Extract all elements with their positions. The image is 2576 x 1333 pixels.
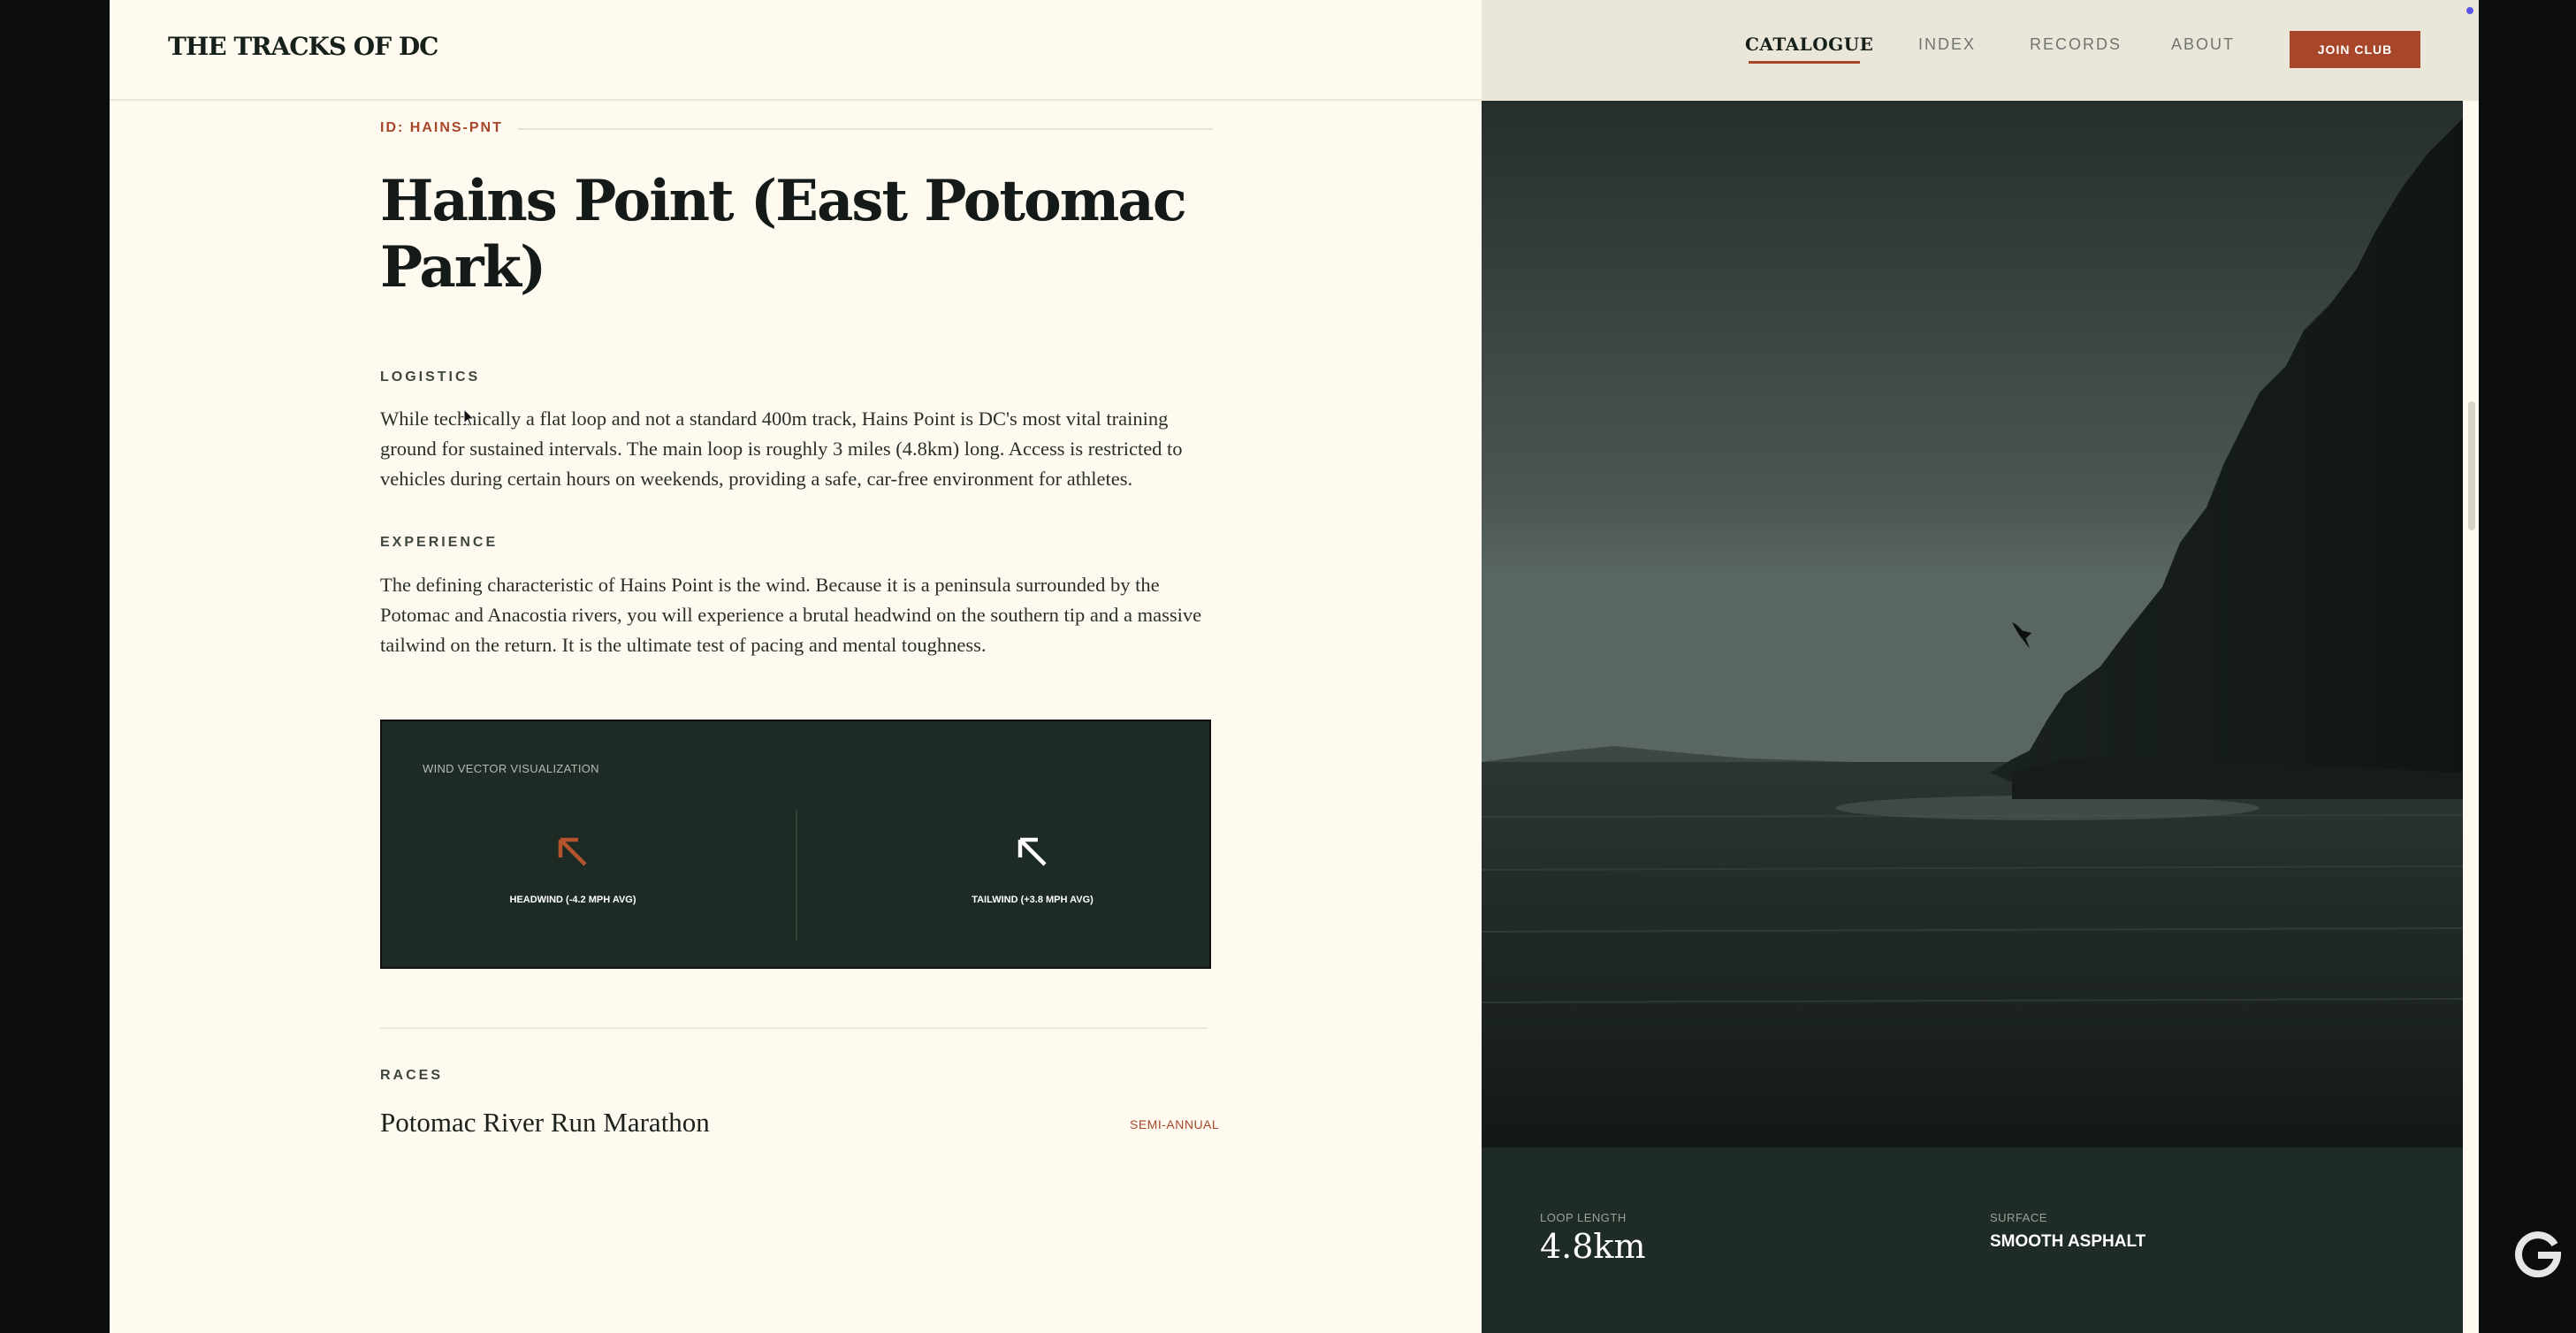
surface-value: SMOOTH ASPHALT — [1990, 1232, 2146, 1251]
logistics-label: LOGISTICS — [380, 369, 481, 385]
headwind-caption: HEADWIND (-4.2 MPH AVG) — [509, 895, 636, 905]
races-divider — [380, 1027, 1208, 1029]
experience-text: The defining characteristic of Hains Poi… — [380, 574, 1202, 656]
site-logo[interactable]: THE TRACKS OF DC — [168, 32, 438, 61]
experience-label: EXPERIENCE — [380, 535, 499, 550]
loop-length-label: LOOP LENGTH — [1540, 1211, 1627, 1224]
id-divider — [518, 128, 1213, 130]
site-header: THE TRACKS OF DC CATALOGUE INDEX RECORDS… — [110, 0, 2479, 101]
hero-image — [1482, 101, 2463, 1147]
race-name[interactable]: Potomac River Run Marathon — [380, 1107, 710, 1139]
tailwind-caption: TAILWIND (+3.8 MPH AVG) — [972, 895, 1094, 905]
scrollbar-thumb[interactable] — [2468, 401, 2475, 530]
wind-viz-divider — [796, 810, 797, 941]
nav-index[interactable]: INDEX — [1918, 35, 1976, 54]
headwind-arrow-icon — [558, 837, 587, 866]
logistics-text: While technically a flat loop and not a … — [380, 408, 1183, 490]
races-label: RACES — [380, 1068, 444, 1083]
notification-dot-icon — [2466, 7, 2473, 14]
nav-records[interactable]: RECORDS — [2030, 35, 2122, 54]
wind-visualization: WIND VECTOR VISUALIZATION HEADWIND (-4.2… — [380, 720, 1211, 969]
wind-viz-label: WIND VECTOR VISUALIZATION — [423, 762, 599, 775]
google-g-icon[interactable] — [2511, 1225, 2565, 1280]
nav-active-underline — [1749, 61, 1860, 64]
nav-catalogue[interactable]: CATALOGUE — [1745, 34, 1873, 55]
tailwind-arrow-icon — [1017, 837, 1047, 866]
cursor-icon — [463, 408, 476, 427]
stats-panel: LOOP LENGTH 4.8km SURFACE SMOOTH ASPHALT — [1482, 1147, 2463, 1333]
surface-label: SURFACE — [1990, 1211, 2047, 1224]
race-frequency-badge: SEMI-ANNUAL — [1130, 1117, 1220, 1131]
loop-length-value: 4.8km — [1540, 1227, 1646, 1266]
nav-about[interactable]: ABOUT — [2171, 35, 2235, 54]
track-id: ID: HAINS-PNT — [380, 120, 503, 135]
page: THE TRACKS OF DC CATALOGUE INDEX RECORDS… — [110, 0, 2479, 1333]
page-title: Hains Point (East Potomac Park) — [380, 168, 1187, 301]
join-club-button[interactable]: JOIN CLUB — [2290, 31, 2420, 68]
